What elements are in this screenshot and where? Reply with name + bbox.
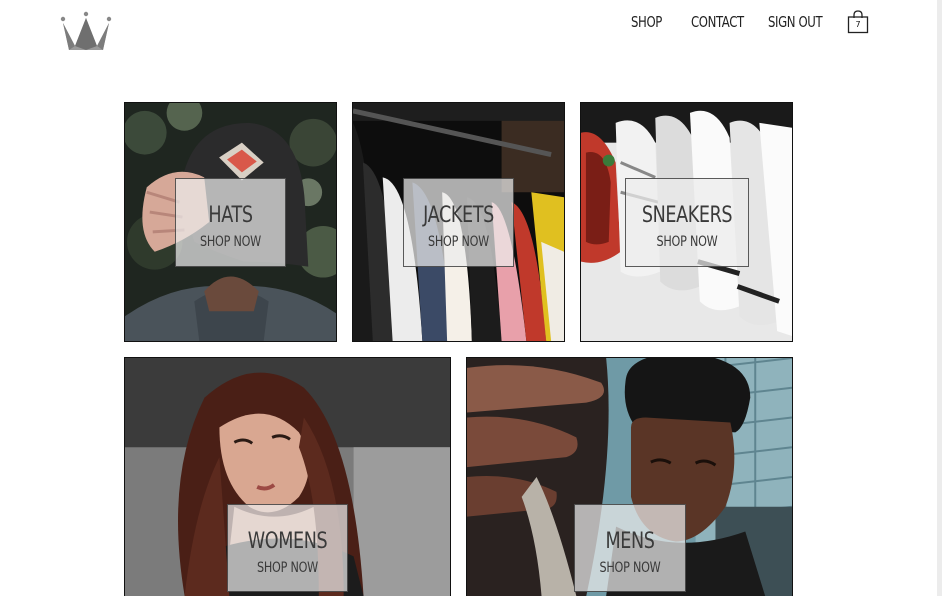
category-tile-womens[interactable]: WOMENS SHOP NOW xyxy=(124,357,451,596)
jackets-label-box[interactable]: JACKETS SHOP NOW xyxy=(403,178,514,267)
mens-title: MENS xyxy=(605,529,655,554)
category-tile-hats[interactable]: HATS SHOP NOW xyxy=(124,102,337,342)
mens-shop-now: SHOP NOW xyxy=(599,560,661,576)
sneakers-shop-now: SHOP NOW xyxy=(656,234,718,250)
jackets-shop-now: SHOP NOW xyxy=(427,234,489,250)
nav-sign-out-link[interactable]: SIGN OUT xyxy=(768,13,823,31)
page-scrollbar[interactable] xyxy=(937,0,942,596)
hats-title: HATS xyxy=(208,203,253,228)
cart-button[interactable]: 7 xyxy=(847,10,869,34)
nav-contact-link[interactable]: CONTACT xyxy=(691,13,744,31)
hats-label-box[interactable]: HATS SHOP NOW xyxy=(175,178,286,267)
womens-shop-now: SHOP NOW xyxy=(256,560,318,576)
category-tile-jackets[interactable]: JACKETS SHOP NOW xyxy=(352,102,565,342)
mens-label-box[interactable]: MENS SHOP NOW xyxy=(574,504,686,592)
category-tile-mens[interactable]: MENS SHOP NOW xyxy=(466,357,793,596)
category-tile-sneakers[interactable]: SNEAKERS SHOP NOW xyxy=(580,102,793,342)
main-nav: SHOP CONTACT SIGN OUT xyxy=(0,13,942,37)
sneakers-title: SNEAKERS xyxy=(641,203,733,228)
sneakers-label-box[interactable]: SNEAKERS SHOP NOW xyxy=(625,178,749,267)
cart-count: 7 xyxy=(855,20,861,29)
jackets-title: JACKETS xyxy=(423,203,494,228)
nav-shop-link[interactable]: SHOP xyxy=(631,13,662,31)
hats-shop-now: SHOP NOW xyxy=(199,234,261,250)
womens-label-box[interactable]: WOMENS SHOP NOW xyxy=(227,504,348,592)
womens-title: WOMENS xyxy=(247,529,328,554)
page: SHOP CONTACT SIGN OUT 7 HATS SHOP NOW JA… xyxy=(0,0,942,596)
